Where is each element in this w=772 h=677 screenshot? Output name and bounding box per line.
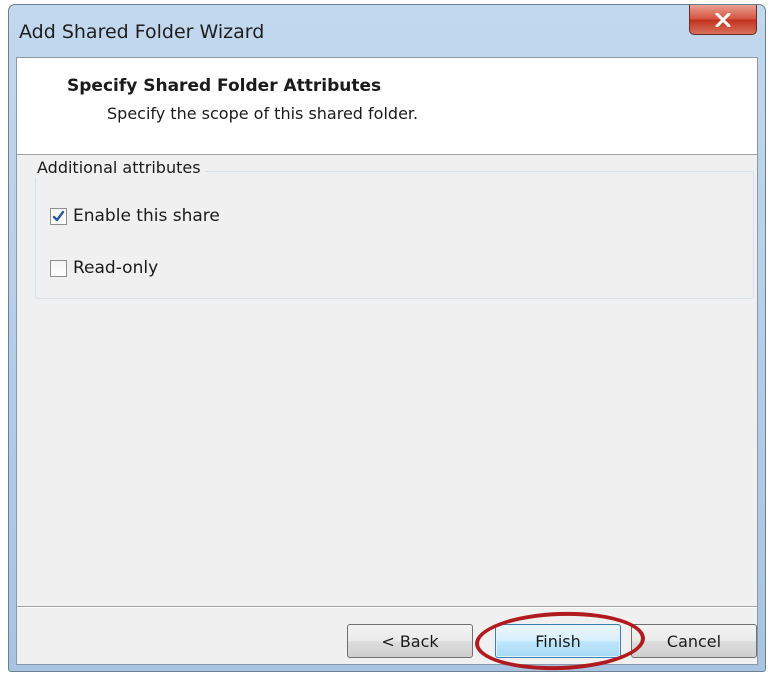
attributes-group-label: Additional attributes — [35, 158, 205, 177]
enable-share-checkbox[interactable] — [50, 207, 67, 225]
wizard-client-area: Specify Shared Folder Attributes Specify… — [16, 57, 758, 673]
title-bar[interactable]: Add Shared Folder Wizard — [9, 5, 765, 57]
page-subtitle: Specify the scope of this shared folder. — [107, 104, 419, 123]
enable-share-label: Enable this share — [73, 206, 220, 226]
page-title: Specify Shared Folder Attributes — [67, 76, 382, 96]
read-only-label: Read-only — [73, 258, 159, 278]
enable-share-option[interactable]: Enable this share — [50, 206, 220, 226]
wizard-window: Add Shared Folder Wizard Specify Shared … — [8, 4, 766, 673]
close-x-icon — [715, 12, 731, 27]
footer-divider — [17, 606, 757, 608]
read-only-checkbox[interactable] — [50, 259, 67, 277]
wizard-header: Specify Shared Folder Attributes Specify… — [17, 58, 757, 155]
close-button[interactable] — [689, 5, 757, 35]
finish-button[interactable]: Finish — [495, 624, 621, 658]
cancel-button[interactable]: Cancel — [631, 624, 757, 658]
back-button[interactable]: < Back — [347, 624, 473, 658]
read-only-option[interactable]: Read-only — [50, 258, 158, 278]
window-title: Add Shared Folder Wizard — [19, 21, 265, 43]
attributes-groupbox — [35, 171, 754, 299]
checkmark-icon — [52, 210, 65, 221]
